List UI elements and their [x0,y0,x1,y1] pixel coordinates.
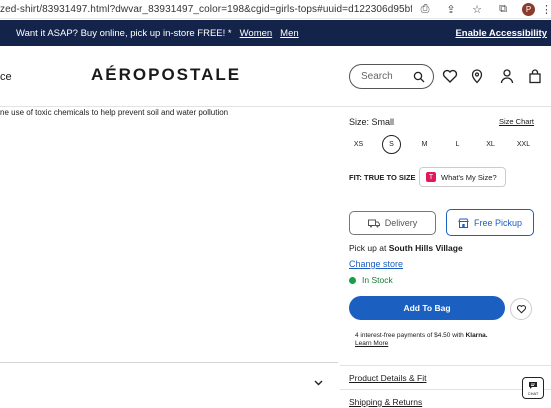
shipping-returns-accordion[interactable]: Shipping & Returns [349,397,422,407]
klarna-text: 4 interest-free payments of $4.50 with [355,332,466,339]
size-option-s[interactable]: S [382,135,401,154]
bookmark-star-icon[interactable]: ☆ [464,3,490,16]
store-icon [458,218,469,228]
site-header: ce AÉROPOSTALE Search [0,47,551,107]
size-option-xxl[interactable]: XXL [514,135,533,154]
install-icon[interactable]: ⎙ [412,3,438,16]
promo-link-men[interactable]: Men [280,28,298,39]
shopping-bag-icon[interactable] [527,68,543,84]
promo-link-women[interactable]: Women [240,28,273,39]
size-option-xs[interactable]: XS [349,135,368,154]
promo-message: Want it ASAP? Buy online, pick up in-sto… [16,27,232,39]
heart-icon [516,305,526,314]
size-options: XS S M L XL XXL [349,135,547,154]
klarna-message: 4 interest-free payments of $4.50 with K… [355,332,488,348]
search-input[interactable]: Search [349,64,434,89]
size-option-m[interactable]: M [415,135,434,154]
brand-logo[interactable]: AÉROPOSTALE [91,65,241,85]
pickup-prefix: Pick up at [349,243,389,253]
stock-label: In Stock [362,275,393,285]
stock-status: In Stock [349,275,393,285]
size-option-xl[interactable]: XL [481,135,500,154]
product-details-accordion[interactable]: Product Details & Fit [349,373,426,383]
account-icon[interactable] [499,68,515,84]
chat-button[interactable]: CHAT [522,377,544,399]
delivery-label: Delivery [384,218,418,228]
klarna-learn-more-link[interactable]: Learn More [355,340,388,347]
chevron-down-icon[interactable] [314,380,323,386]
divider [0,362,338,363]
breadcrumb[interactable]: ce [0,71,12,83]
share-icon[interactable]: ⇪ [438,3,464,16]
chat-bubble-icon [529,381,537,389]
wishlist-button[interactable] [510,298,532,320]
add-to-bag-button[interactable]: Add To Bag [349,296,505,320]
chat-label: CHAT [527,390,539,396]
size-tag-icon: T [426,172,436,182]
delivery-option-button[interactable]: Delivery [349,211,436,235]
product-description: ne use of toxic chemicals to help preven… [0,108,229,117]
search-icon[interactable] [413,71,425,83]
whats-my-size-label: What's My Size? [441,172,497,182]
profile-avatar[interactable]: P [522,2,535,16]
pickup-location: Pick up at South Hills Village [349,243,463,253]
fit-label: FIT: TRUE TO SIZE [349,173,416,182]
free-pickup-label: Free Pickup [473,217,523,228]
store-name: South Hills Village [388,243,463,253]
whats-my-size-button[interactable]: T What's My Size? [419,167,506,187]
address-bar[interactable]: zed-shirt/83931497.html?dwvar_83931497_c… [0,4,412,15]
enable-accessibility-link[interactable]: Enable Accessibility [455,28,547,39]
divider [340,365,551,366]
size-chart-link[interactable]: Size Chart [499,117,534,126]
change-store-link[interactable]: Change store [349,259,403,269]
size-option-l[interactable]: L [448,135,467,154]
in-stock-dot-icon [349,276,356,284]
search-placeholder: Search [361,71,393,82]
location-pin-icon[interactable] [469,68,485,84]
heart-icon[interactable] [442,68,458,84]
free-pickup-option-button[interactable]: Free Pickup [446,209,534,236]
promo-banner: Want it ASAP? Buy online, pick up in-sto… [0,20,551,46]
extensions-icon[interactable]: ⧉ [490,3,516,16]
menu-kebab-icon[interactable]: ⋮ [541,3,551,16]
divider [340,389,551,390]
browser-toolbar: zed-shirt/83931497.html?dwvar_83931497_c… [0,0,551,19]
klarna-logo: Klarna. [465,332,488,339]
size-selected-label: Size: Small [349,117,395,127]
truck-icon [367,219,380,227]
